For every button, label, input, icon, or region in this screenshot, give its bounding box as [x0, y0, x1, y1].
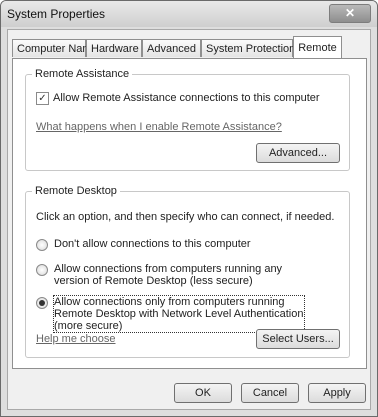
select-users-button[interactable]: Select Users...: [256, 329, 340, 349]
remote-desktop-group: Remote Desktop Click an option, and then…: [25, 185, 350, 358]
allow-remote-assistance-checkbox[interactable]: ✓: [36, 92, 49, 105]
dialog-client-area: Computer Name Hardware Advanced System P…: [7, 29, 371, 410]
remote-assistance-help-link[interactable]: What happens when I enable Remote Assist…: [36, 121, 282, 133]
dont-allow-radio[interactable]: [36, 239, 48, 251]
allow-any-version-radio[interactable]: [36, 264, 48, 276]
allow-nla-only-radio[interactable]: [36, 297, 48, 309]
allow-any-version-label: Allow connections from computers running…: [54, 263, 283, 287]
allow-remote-assistance-row[interactable]: ✓ Allow Remote Assistance connections to…: [36, 92, 320, 105]
tab-computer-name[interactable]: Computer Name: [12, 39, 98, 57]
allow-remote-assistance-label: Allow Remote Assistance connections to t…: [53, 92, 320, 104]
system-properties-window: System Properties ✕ Computer Name Hardwa…: [0, 0, 378, 417]
ok-button[interactable]: OK: [174, 383, 232, 403]
tab-remote[interactable]: Remote: [293, 36, 342, 58]
help-me-choose-link[interactable]: Help me choose: [36, 333, 116, 345]
tab-hardware[interactable]: Hardware: [86, 39, 142, 57]
apply-button[interactable]: Apply: [308, 383, 366, 403]
remote-assistance-group: Remote Assistance ✓ Allow Remote Assista…: [25, 68, 350, 171]
cancel-button[interactable]: Cancel: [241, 383, 299, 403]
title-bar[interactable]: System Properties ✕: [1, 1, 377, 27]
close-icon: ✕: [344, 6, 356, 20]
advanced-button[interactable]: Advanced...: [256, 143, 340, 163]
remote-desktop-instruction: Click an option, and then specify who ca…: [36, 211, 335, 223]
option-dont-allow[interactable]: Don't allow connections to this computer: [36, 238, 304, 251]
remote-tab-panel: Remote Assistance ✓ Allow Remote Assista…: [12, 58, 367, 369]
option-allow-any-version[interactable]: Allow connections from computers running…: [36, 263, 304, 287]
tab-system-protection[interactable]: System Protection: [201, 39, 295, 57]
close-button[interactable]: ✕: [329, 4, 371, 23]
option-allow-nla-only[interactable]: Allow connections only from computers ru…: [36, 295, 305, 333]
tab-advanced[interactable]: Advanced: [142, 39, 201, 57]
window-title: System Properties: [7, 7, 106, 21]
allow-nla-only-label: Allow connections only from computers ru…: [53, 295, 305, 333]
remote-assistance-legend: Remote Assistance: [32, 68, 133, 80]
dont-allow-label: Don't allow connections to this computer: [54, 238, 251, 250]
remote-desktop-legend: Remote Desktop: [32, 185, 120, 197]
